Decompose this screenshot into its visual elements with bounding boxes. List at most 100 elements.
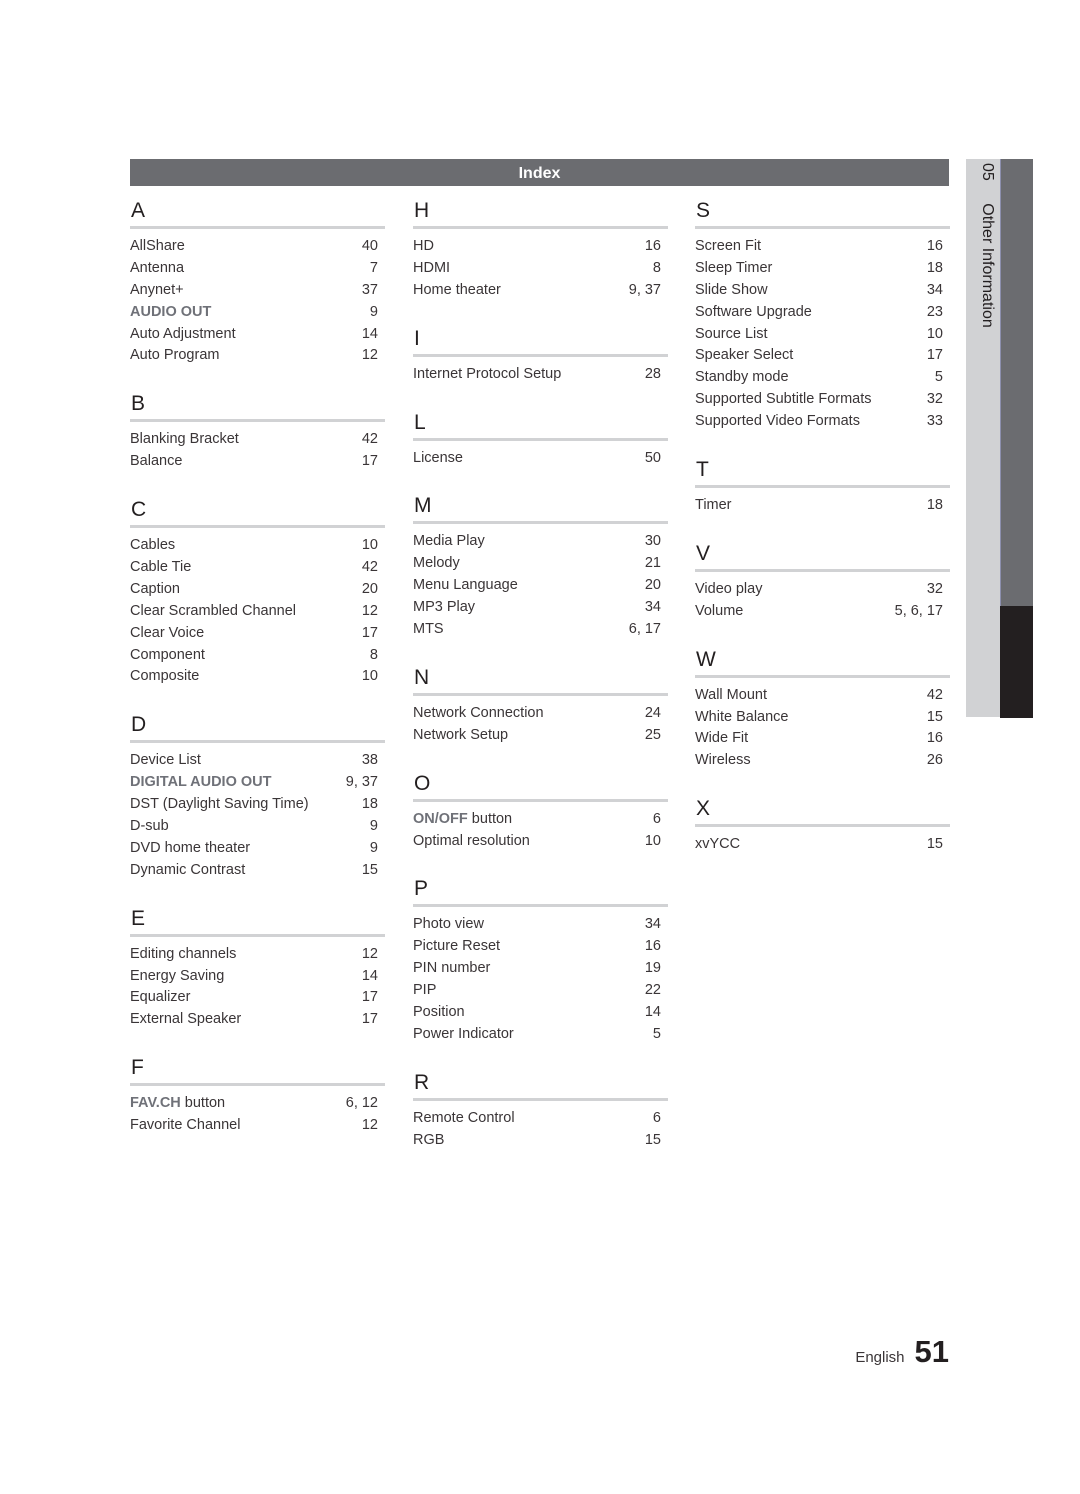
index-entry[interactable]: Editing channels 12: [130, 944, 385, 966]
index-entry[interactable]: Auto Program 12: [130, 345, 385, 367]
entry-page: 15: [361, 861, 378, 878]
entry-term: Power Indicator: [413, 1025, 514, 1042]
entry-page: 6: [652, 810, 661, 827]
index-entry[interactable]: PIP 22: [413, 980, 668, 1002]
entry-term: Editing channels: [130, 945, 237, 962]
index-entry[interactable]: DST (Daylight Saving Time) 18: [130, 794, 385, 816]
entry-term: DST (Daylight Saving Time): [130, 796, 309, 813]
entry-term: White Balance: [695, 708, 789, 725]
entry-page: 18: [361, 796, 378, 813]
entry-term-highlight: DIGITAL AUDIO OUT: [130, 774, 272, 791]
index-column-2: H HD 16 HDMI 8 Home theater 9, 37 I Internet Pro…: [413, 197, 668, 1175]
index-entry[interactable]: Antenna 7: [130, 258, 385, 280]
section-divider: [413, 226, 668, 229]
index-entry[interactable]: xvYCC 15: [695, 834, 950, 856]
index-entry[interactable]: Favorite Channel 12: [130, 1115, 385, 1137]
section-letter: E: [131, 906, 146, 930]
index-entry[interactable]: Menu Language 20: [413, 575, 668, 597]
index-entry[interactable]: Position 14: [413, 1002, 668, 1024]
index-entry[interactable]: Dynamic Contrast 15: [130, 860, 385, 882]
index-entry[interactable]: Remote Control 6: [413, 1108, 668, 1130]
entry-term-highlight: ON/OFF: [413, 810, 468, 827]
index-entry[interactable]: Photo view 34: [413, 914, 668, 936]
index-entry[interactable]: Balance 17: [130, 451, 385, 473]
entry-page: 32: [926, 391, 943, 408]
index-entry[interactable]: Picture Reset 16: [413, 936, 668, 958]
index-section-c: C Cables 10 Cable Tie 42 Caption 20 Clear Scram…: [130, 496, 385, 688]
index-entry[interactable]: Equalizer 17: [130, 987, 385, 1009]
entry-term: Auto Program: [130, 347, 220, 364]
index-entry[interactable]: Device List 38: [130, 750, 385, 772]
index-entry[interactable]: Wall Mount 42: [695, 685, 950, 707]
index-entry[interactable]: DVD home theater 9: [130, 838, 385, 860]
entry-term-rest: button: [467, 810, 513, 827]
chapter-tab-label[interactable]: 05 Other Information: [970, 163, 996, 563]
index-entry[interactable]: Media Play 30: [413, 531, 668, 553]
index-entry[interactable]: Supported Subtitle Formats 32: [695, 389, 950, 411]
index-entry[interactable]: Clear Scrambled Channel 12: [130, 601, 385, 623]
entry-term: Component: [130, 646, 205, 663]
index-entry[interactable]: Standby mode 5: [695, 367, 950, 389]
index-entry[interactable]: DIGITAL AUDIO OUT 9, 37: [130, 772, 385, 794]
chapter-number: 05: [979, 163, 996, 181]
index-entry[interactable]: White Balance 15: [695, 707, 950, 729]
chapter-title: Other Information: [979, 203, 996, 328]
index-entry[interactable]: Auto Adjustment 14: [130, 324, 385, 346]
index-entry[interactable]: License 50: [413, 448, 668, 470]
index-entry[interactable]: Component 8: [130, 645, 385, 667]
entry-term: Wall Mount: [695, 686, 767, 703]
index-entry[interactable]: MTS 6, 17: [413, 619, 668, 641]
entry-term-highlight: AUDIO OUT: [130, 303, 212, 320]
index-entry[interactable]: Blanking Bracket 42: [130, 429, 385, 451]
index-entry[interactable]: Power Indicator 5: [413, 1024, 668, 1046]
index-entry[interactable]: Internet Protocol Setup 28: [413, 364, 668, 386]
index-entry[interactable]: Slide Show 34: [695, 280, 950, 302]
index-entry[interactable]: Network Connection 24: [413, 703, 668, 725]
index-entry[interactable]: Speaker Select 17: [695, 345, 950, 367]
entry-page: 14: [361, 325, 378, 342]
index-entry[interactable]: RGB 15: [413, 1130, 668, 1152]
entry-page: 17: [361, 989, 378, 1006]
index-entry[interactable]: AUDIO OUT 9: [130, 302, 385, 324]
index-entry[interactable]: Timer 18: [695, 495, 950, 517]
entry-term: AllShare: [130, 238, 185, 254]
index-entry[interactable]: FAV.CH button 6, 12: [130, 1093, 385, 1115]
index-entry[interactable]: Home theater 9, 37: [413, 280, 668, 302]
index-entry[interactable]: Wireless 26: [695, 750, 950, 772]
entry-term: Supported Subtitle Formats: [695, 391, 872, 408]
entry-page: 42: [361, 431, 378, 448]
index-entry[interactable]: Melody 21: [413, 553, 668, 575]
index-entry[interactable]: Cable Tie 42: [130, 557, 385, 579]
section-letter: R: [414, 1070, 430, 1094]
index-entry[interactable]: MP3 Play 34: [413, 597, 668, 619]
section-letter: V: [696, 541, 711, 565]
index-entry[interactable]: Screen Fit 16: [695, 236, 950, 258]
entry-term: Software Upgrade: [695, 303, 812, 320]
index-entry[interactable]: Wide Fit 16: [695, 728, 950, 750]
index-column-1: A AllShare 40 Antenna 7 Anynet+ 37 AUDIO OUT 9 Au…: [130, 197, 385, 1160]
index-entry[interactable]: Optimal resolution 10: [413, 831, 668, 853]
index-entry[interactable]: External Speaker 17: [130, 1009, 385, 1031]
index-entry[interactable]: Caption 20: [130, 579, 385, 601]
index-entry[interactable]: Composite 10: [130, 666, 385, 688]
entry-term: Network Connection: [413, 704, 544, 721]
entry-term: HD: [413, 238, 434, 254]
index-entry[interactable]: Network Setup 25: [413, 725, 668, 747]
index-entry[interactable]: HD 16: [413, 236, 668, 258]
index-entry[interactable]: Sleep Timer 18: [695, 258, 950, 280]
entry-page: 12: [361, 347, 378, 364]
index-entry[interactable]: Cables 10: [130, 535, 385, 557]
index-entry[interactable]: Volume 5, 6, 17: [695, 601, 950, 623]
index-entry[interactable]: D-sub 9: [130, 816, 385, 838]
index-entry[interactable]: ON/OFF button 6: [413, 809, 668, 831]
index-entry[interactable]: HDMI 8: [413, 258, 668, 280]
index-entry[interactable]: Energy Saving 14: [130, 966, 385, 988]
index-entry[interactable]: Video play 32: [695, 579, 950, 601]
index-entry[interactable]: Supported Video Formats 33: [695, 411, 950, 433]
index-entry[interactable]: Software Upgrade 23: [695, 302, 950, 324]
index-entry[interactable]: Source List 10: [695, 324, 950, 346]
index-entry[interactable]: AllShare 40: [130, 236, 385, 258]
index-entry[interactable]: Anynet+ 37: [130, 280, 385, 302]
index-entry[interactable]: Clear Voice 17: [130, 623, 385, 645]
index-entry[interactable]: PIN number 19: [413, 958, 668, 980]
